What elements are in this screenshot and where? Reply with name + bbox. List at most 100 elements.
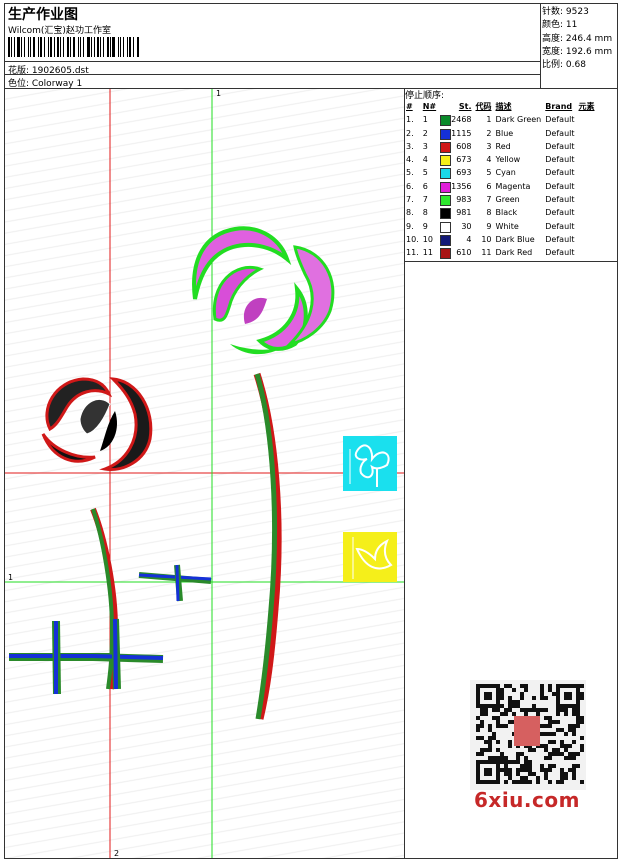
qr-module — [516, 772, 520, 776]
row-needle: 5 — [422, 168, 428, 178]
row-element — [577, 153, 597, 166]
guide-label-h1: 1 — [8, 573, 13, 582]
qr-module — [544, 772, 548, 776]
qr-module — [508, 684, 512, 688]
qr-finder-core — [484, 768, 492, 776]
qr-module — [512, 688, 516, 692]
stat-stitches: 针数: 9523 — [542, 7, 589, 17]
qr-module — [540, 696, 544, 700]
qr-module — [508, 760, 512, 764]
qr-module — [520, 684, 524, 688]
qr-module — [548, 732, 552, 736]
color-row: 7. 7 983 7 Green Default — [404, 193, 597, 207]
row-element — [577, 233, 597, 246]
qr-code — [470, 680, 586, 790]
qr-module — [496, 756, 500, 760]
barcode-bar — [129, 37, 131, 57]
color-swatch — [440, 195, 452, 207]
qr-module — [520, 764, 524, 768]
qr-module — [524, 684, 528, 688]
qr-module — [484, 748, 488, 752]
qr-module — [540, 688, 544, 692]
row-element — [577, 220, 597, 233]
color-swatch — [440, 208, 452, 220]
row-description: Yellow — [495, 155, 521, 165]
row-description: Cyan — [495, 168, 516, 178]
barcode-bar — [13, 37, 15, 57]
qr-module — [536, 712, 540, 716]
col-index: # — [406, 102, 413, 111]
row-code: 9 — [486, 221, 492, 231]
row-brand: Default — [545, 181, 575, 191]
qr-module — [524, 712, 528, 716]
barcode-bar — [44, 37, 46, 57]
row-element — [577, 206, 597, 219]
barcode-bar — [117, 37, 119, 57]
row-element — [577, 113, 597, 126]
qr-module — [492, 756, 496, 760]
qr-module — [500, 756, 504, 760]
qr-module — [524, 708, 528, 712]
row-stitches: 983 — [438, 193, 473, 207]
row-description: Black — [495, 208, 518, 218]
qr-module — [516, 760, 520, 764]
qr-module — [516, 780, 520, 784]
row-element — [577, 246, 597, 259]
row-stitches: 981 — [438, 206, 473, 220]
row-stitches: 1356 — [438, 180, 473, 193]
row-index: 8. — [406, 208, 414, 218]
barcode-bar — [136, 37, 140, 57]
guide-label-v1: 1 — [216, 89, 221, 98]
qr-module — [548, 752, 552, 756]
row-index: 3. — [406, 141, 414, 151]
qr-module — [476, 724, 480, 728]
barcode-bar — [37, 37, 39, 57]
qr-module — [548, 740, 552, 744]
col-description: 描述 — [495, 102, 512, 111]
qr-module — [556, 748, 560, 752]
qr-module — [568, 724, 572, 728]
qr-module — [504, 760, 508, 764]
qr-module — [548, 724, 552, 728]
qr-module — [540, 768, 544, 772]
qr-module — [564, 712, 568, 716]
qr-module — [520, 780, 524, 784]
qr-module — [480, 708, 484, 712]
qr-module — [544, 708, 548, 712]
qr-module — [552, 764, 556, 768]
qr-module — [560, 780, 564, 784]
row-brand: Default — [545, 115, 575, 125]
barcode-bar — [57, 37, 60, 57]
qr-module — [484, 712, 488, 716]
studio-name: Wilcom(汇宝)赵功工作室 — [8, 26, 111, 36]
qr-module — [480, 712, 484, 716]
stop-sequence-table: # N# St. 代码 描述 Brand 元素 1. 1 2468 1 Dark Gre… — [404, 100, 597, 260]
qr-module — [544, 768, 548, 772]
qr-module — [560, 740, 564, 744]
row-stitches: 673 — [438, 153, 473, 167]
qr-module — [552, 748, 556, 752]
stat-height: 高度: 246.4 mm — [542, 33, 613, 44]
qr-module — [564, 776, 568, 780]
qr-module — [520, 708, 524, 712]
qr-module — [488, 748, 492, 752]
row-index: 4. — [406, 155, 414, 165]
color-swatch — [440, 248, 452, 260]
qr-module — [528, 780, 532, 784]
qr-module — [536, 708, 540, 712]
qr-module — [544, 756, 548, 760]
qr-module — [528, 764, 532, 768]
barcode-bar — [30, 37, 32, 57]
qr-module — [556, 720, 560, 724]
qr-module — [508, 772, 512, 776]
qr-module — [572, 776, 576, 780]
row-code: 11 — [481, 248, 492, 258]
qr-module — [576, 708, 580, 712]
qr-module — [568, 756, 572, 760]
qr-module — [544, 696, 548, 700]
row-needle: 9 — [422, 221, 428, 231]
barcode-bar — [28, 37, 30, 57]
color-swatch — [440, 234, 452, 246]
qr-module — [568, 768, 572, 772]
qr-module — [572, 740, 576, 744]
